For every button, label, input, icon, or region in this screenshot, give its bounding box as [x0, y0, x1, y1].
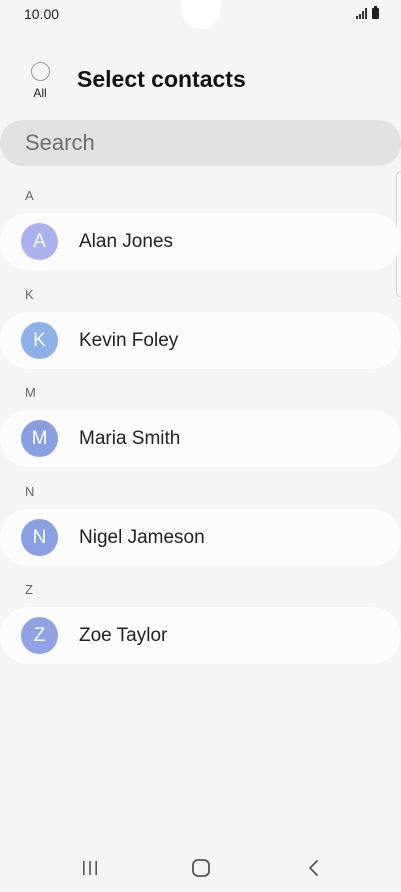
section-header-z: Z [25, 582, 33, 597]
contact-row-alan-jones[interactable]: A Alan Jones [0, 213, 401, 270]
status-icons [356, 6, 379, 19]
search-bar[interactable] [0, 120, 401, 166]
section-header-n: N [25, 484, 35, 499]
home-button[interactable] [181, 850, 221, 886]
back-button[interactable] [294, 850, 334, 886]
contact-row-kevin-foley[interactable]: K Kevin Foley [0, 312, 401, 369]
contact-name: Zoe Taylor [79, 624, 168, 646]
status-time: 10.00 [24, 6, 60, 22]
avatar: Z [21, 617, 58, 654]
contact-row-maria-smith[interactable]: M Maria Smith [0, 410, 401, 467]
home-icon [192, 859, 210, 877]
section-header-m: M [25, 385, 36, 400]
contact-row-zoe-taylor[interactable]: Z Zoe Taylor [0, 607, 401, 664]
select-all-checkbox[interactable] [30, 62, 50, 81]
contact-row-nigel-jameson[interactable]: N Nigel Jameson [0, 509, 401, 566]
select-all-toggle[interactable]: All [20, 62, 60, 106]
back-icon [309, 860, 318, 876]
contact-name: Alan Jones [79, 230, 174, 252]
avatar: N [21, 519, 58, 556]
contact-name: Kevin Foley [79, 329, 179, 351]
recent-apps-button[interactable] [70, 850, 110, 886]
signal-icon [356, 8, 367, 19]
navigation-bar [0, 842, 401, 892]
select-all-label: All [33, 86, 47, 100]
battery-icon [372, 6, 379, 19]
page-title: Select contacts [77, 66, 246, 92]
search-input[interactable] [25, 130, 365, 156]
status-bar: 10.00 [0, 0, 401, 30]
avatar: M [21, 420, 58, 457]
recent-apps-icon [83, 861, 97, 875]
avatar: K [21, 322, 58, 359]
section-header-k: K [25, 287, 34, 302]
contact-name: Maria Smith [79, 427, 181, 449]
camera-notch [181, 0, 221, 29]
section-header-a: A [25, 188, 34, 203]
avatar: A [21, 223, 58, 260]
contact-name: Nigel Jameson [79, 526, 205, 548]
